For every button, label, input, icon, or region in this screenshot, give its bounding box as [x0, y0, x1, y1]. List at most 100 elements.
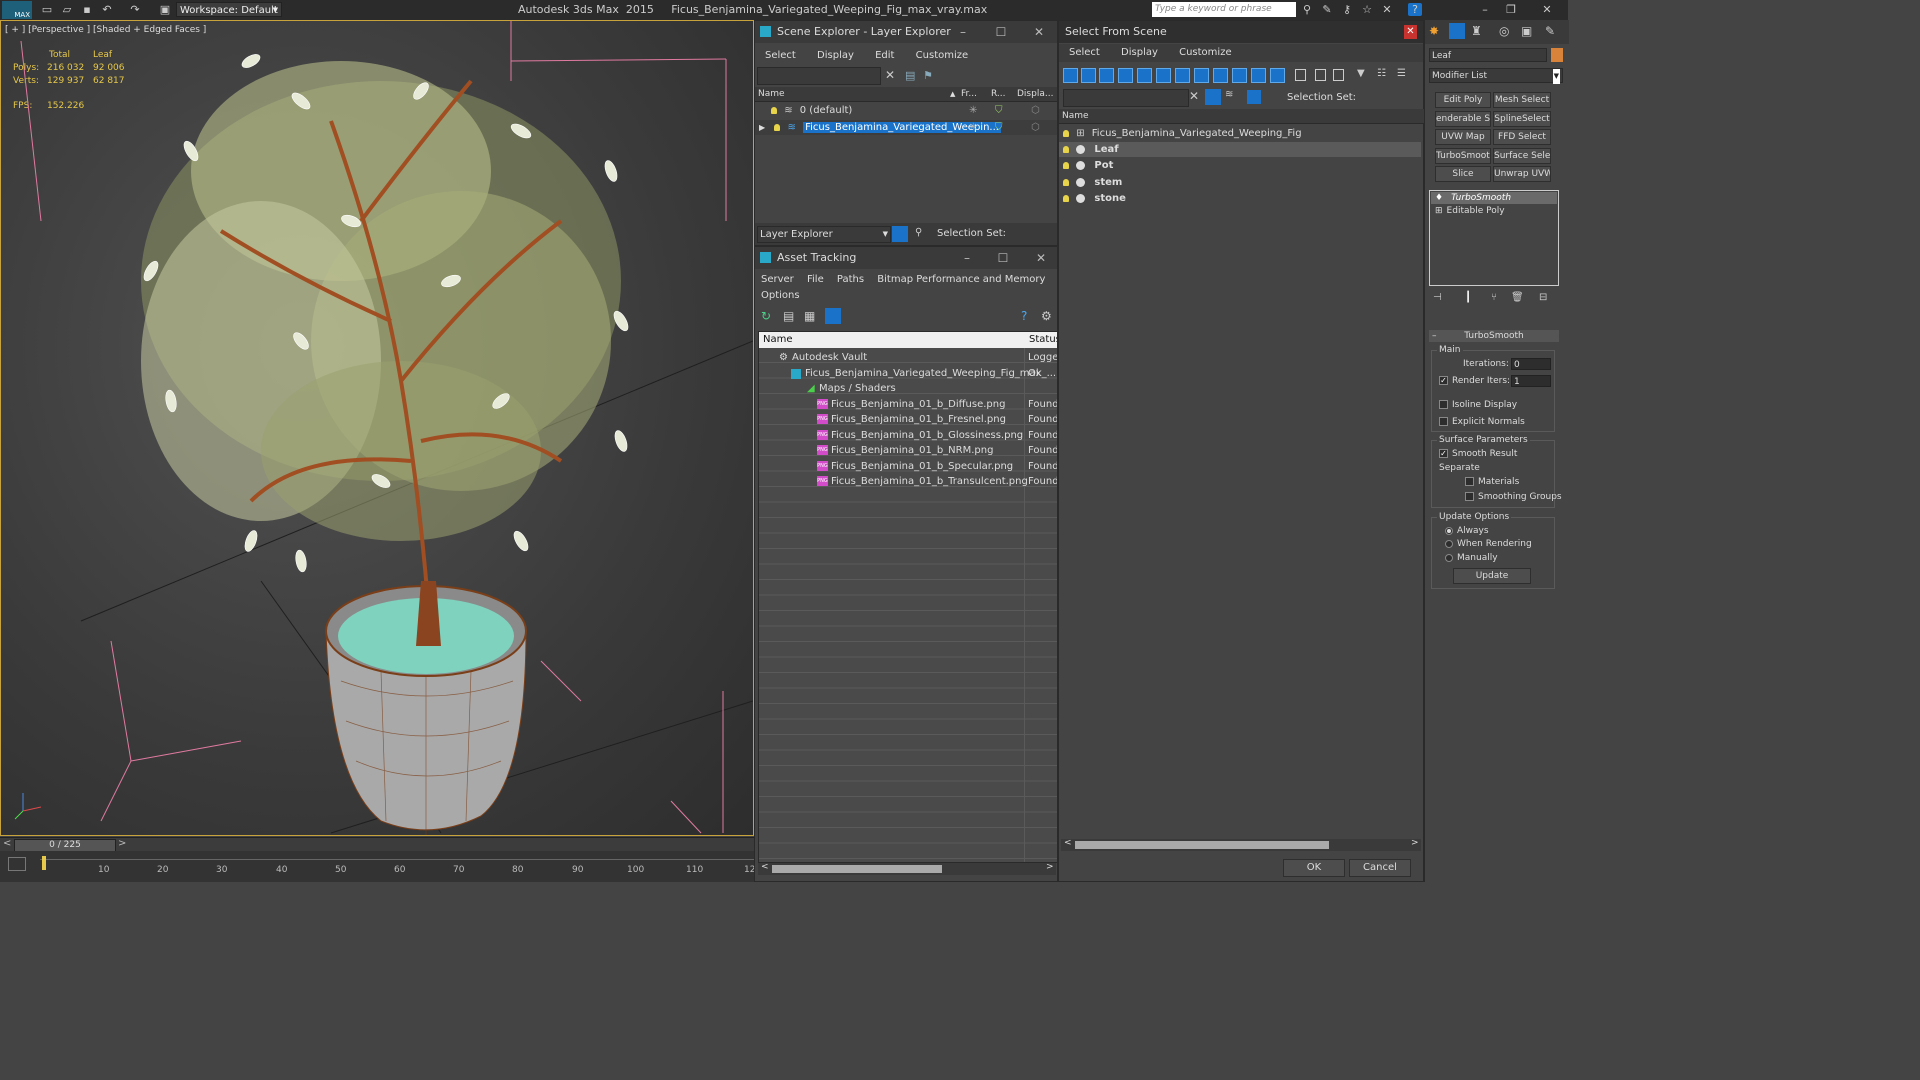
sets-icon[interactable]: [1247, 90, 1261, 104]
close-icon[interactable]: ✕: [1540, 3, 1554, 16]
save-icon[interactable]: ▪: [80, 3, 94, 16]
layer-tool-icon[interactable]: ⚑: [923, 69, 933, 82]
scroll-thumb[interactable]: [1075, 841, 1329, 849]
turbosmooth-button[interactable]: TurboSmooth: [1435, 148, 1491, 164]
filter-icon[interactable]: ▤: [905, 69, 915, 82]
scroll-right-icon[interactable]: >: [1046, 862, 1054, 872]
col-status[interactable]: Status: [1029, 332, 1057, 348]
layer-row[interactable]: ▶ ≋ Ficus_Benjamina_Variegated_Weepin...…: [755, 120, 1057, 135]
filter-funnel-icon[interactable]: ▼: [1357, 68, 1365, 79]
maximize-icon[interactable]: ☐: [991, 21, 1011, 43]
layers-icon[interactable]: ≋: [1225, 89, 1233, 100]
close-icon[interactable]: ✕: [1031, 247, 1051, 269]
filter-xrefs-icon[interactable]: [1194, 68, 1209, 83]
menu-customize[interactable]: Customize: [1179, 47, 1232, 58]
when-rendering-radio[interactable]: [1445, 539, 1453, 548]
asset-row[interactable]: PNG Ficus_Benjamina_01_b_Transulcent.png …: [759, 474, 1057, 489]
ffd-select-button[interactable]: FFD Select: [1493, 129, 1551, 145]
scroll-thumb[interactable]: [772, 865, 942, 873]
menu-display[interactable]: Display: [817, 50, 854, 61]
asset-row[interactable]: ◢ Maps / Shaders: [759, 381, 1057, 396]
star-icon[interactable]: ☆: [1360, 3, 1374, 16]
restore-icon[interactable]: ❐: [1504, 3, 1518, 16]
visibility-icon[interactable]: [1063, 178, 1069, 186]
smooth-result-checkbox[interactable]: ✓: [1439, 449, 1448, 458]
modifier-list-dropdown[interactable]: Modifier List ▼: [1429, 68, 1563, 84]
object-row[interactable]: Pot: [1059, 158, 1421, 173]
close-icon[interactable]: ✕: [1404, 25, 1417, 39]
asset-row[interactable]: PNG Ficus_Benjamina_01_b_Specular.png Fou…: [759, 459, 1057, 474]
menu-select[interactable]: Select: [1069, 47, 1100, 58]
edit-poly-button[interactable]: Edit Poly: [1435, 92, 1491, 108]
menu-edit[interactable]: Edit: [875, 50, 894, 61]
create-tab-icon[interactable]: ✸: [1429, 24, 1439, 38]
menu-file[interactable]: File: [807, 274, 824, 285]
redo-icon[interactable]: ↷: [128, 3, 142, 16]
app-logo[interactable]: MAX: [2, 1, 32, 19]
visibility-icon[interactable]: [774, 123, 781, 131]
col-frozen[interactable]: Fr...: [961, 87, 977, 101]
explicit-normals-checkbox[interactable]: [1439, 417, 1448, 426]
object-list-header[interactable]: Name: [1059, 109, 1424, 124]
object-hscrollbar[interactable]: < >: [1061, 838, 1421, 851]
scroll-left-icon[interactable]: <: [1064, 838, 1072, 848]
show-end-result-icon[interactable]: ┃: [1465, 292, 1471, 303]
maximize-icon[interactable]: ☐: [993, 247, 1013, 269]
asset-row[interactable]: ⚙ Autodesk Vault Logge: [759, 350, 1057, 365]
manually-row[interactable]: Manually: [1445, 553, 1498, 563]
scene-explorer-search[interactable]: [757, 67, 881, 85]
object-row[interactable]: stone: [1059, 191, 1421, 206]
explorer-mode-dropdown[interactable]: Layer Explorer ▼: [757, 226, 891, 243]
minimize-icon[interactable]: –: [953, 21, 973, 43]
menu-customize[interactable]: Customize: [916, 50, 969, 61]
stack-item-editable-poly[interactable]: ⊞ Editable Poly: [1431, 205, 1557, 217]
object-row[interactable]: stem: [1059, 175, 1421, 190]
expand-icon[interactable]: ⊞: [1435, 206, 1443, 216]
unwrap-uvw-button[interactable]: Unwrap UVW: [1493, 166, 1551, 182]
minimize-icon[interactable]: –: [957, 247, 977, 269]
materials-checkbox[interactable]: [1465, 477, 1474, 486]
clear-search-icon[interactable]: ✕: [885, 68, 895, 82]
help-icon[interactable]: ?: [1021, 309, 1027, 323]
always-radio[interactable]: [1445, 526, 1453, 535]
filter-helpers-icon[interactable]: [1137, 68, 1152, 83]
menu-server[interactable]: Server: [761, 274, 794, 285]
isoline-row[interactable]: Isoline Display: [1439, 400, 1517, 410]
iterations-spinner[interactable]: 0: [1511, 358, 1551, 370]
menu-paths[interactable]: Paths: [837, 274, 864, 285]
time-next-icon[interactable]: >: [118, 838, 126, 849]
time-slider[interactable]: < 0 / 225 >: [0, 837, 754, 852]
filter-bones-icon[interactable]: [1213, 68, 1228, 83]
render-iters-checkbox[interactable]: ✓: [1439, 376, 1448, 385]
select-none-icon[interactable]: [1315, 69, 1326, 81]
frame-marker[interactable]: [42, 856, 46, 870]
visibility-icon[interactable]: [1063, 161, 1069, 169]
filter-lights-icon[interactable]: [1099, 68, 1114, 83]
object-row[interactable]: Leaf: [1059, 142, 1421, 157]
menu-options[interactable]: Options: [761, 290, 800, 301]
filter-frozen-icon[interactable]: [1251, 68, 1266, 83]
mini-curve-editor-icon[interactable]: [8, 857, 26, 871]
spline-select-button[interactable]: SplineSelect: [1493, 111, 1551, 127]
asset-hscrollbar[interactable]: < >: [758, 862, 1056, 875]
always-row[interactable]: Always: [1445, 526, 1489, 536]
search-input[interactable]: Type a keyword or phrase: [1152, 2, 1296, 17]
asset-row[interactable]: PNG Ficus_Benjamina_01_b_NRM.png Found: [759, 443, 1057, 458]
time-prev-icon[interactable]: <: [3, 838, 11, 849]
update-button[interactable]: Update: [1453, 568, 1531, 584]
refresh-icon[interactable]: ↻: [761, 309, 771, 323]
project-icon[interactable]: ▣: [158, 3, 172, 16]
select-search-input[interactable]: [1063, 89, 1189, 107]
make-unique-icon[interactable]: ⑂: [1491, 292, 1497, 303]
explicit-normals-row[interactable]: Explicit Normals: [1439, 417, 1525, 427]
select-from-scene-titlebar[interactable]: Select From Scene ✕: [1059, 21, 1423, 43]
visibility-icon[interactable]: [771, 106, 777, 114]
visibility-icon[interactable]: [1063, 194, 1069, 202]
hierarchy-tab-icon[interactable]: ♜: [1471, 24, 1482, 38]
pin-stack-icon[interactable]: ⊣: [1433, 292, 1442, 303]
wrench-icon[interactable]: ✎: [1320, 3, 1334, 16]
hierarchy-icon[interactable]: ⚲: [915, 227, 922, 238]
menu-display[interactable]: Display: [1121, 47, 1158, 58]
remove-modifier-icon[interactable]: 🗑: [1511, 292, 1524, 303]
lightbulb-icon[interactable]: ♦: [1435, 193, 1443, 203]
